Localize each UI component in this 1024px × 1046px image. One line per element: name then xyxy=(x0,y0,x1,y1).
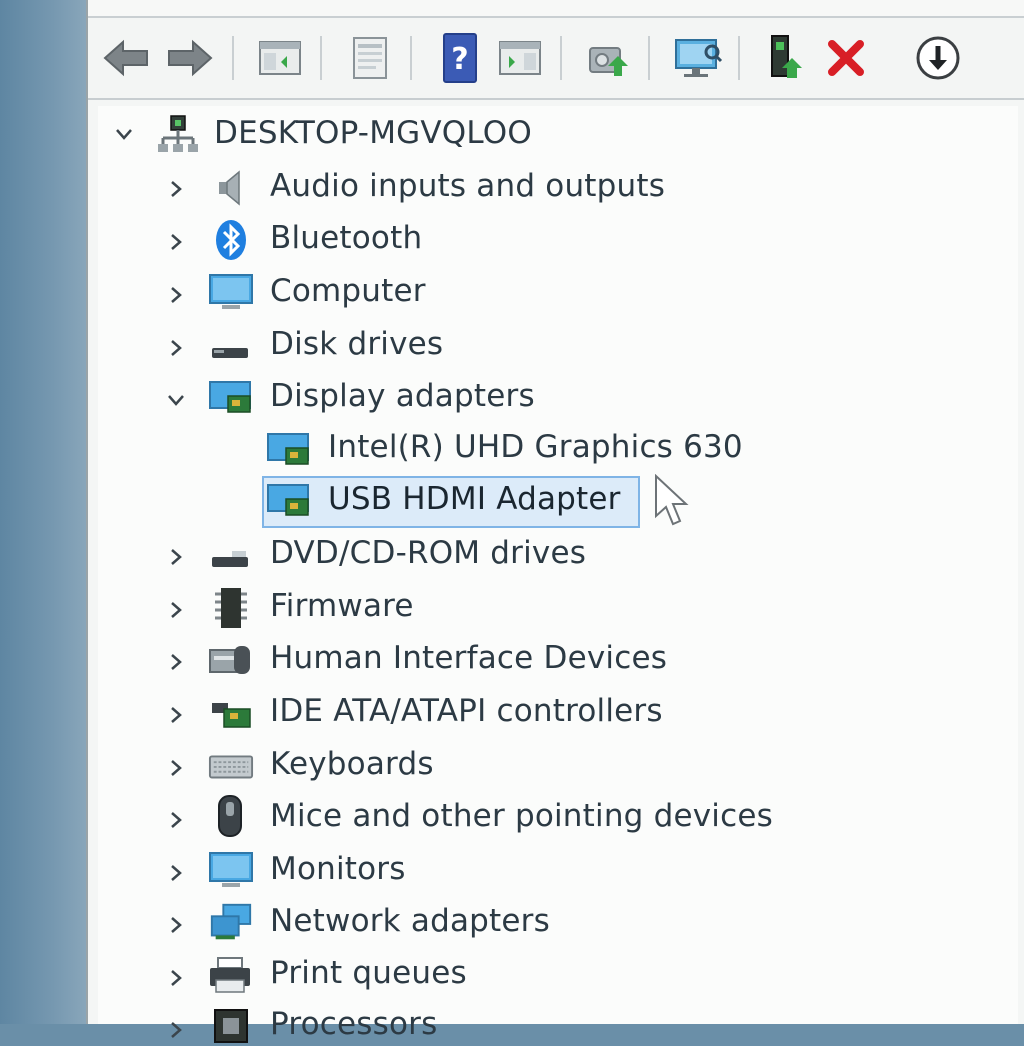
expand-chevron-icon[interactable] xyxy=(164,808,188,832)
hid-icon xyxy=(208,640,254,680)
desktop-background-strip xyxy=(0,0,88,1024)
disk-drive-icon xyxy=(208,326,254,366)
device-manager-window: ? DESKTOP-MGVQLOO Audio inputs and outpu… xyxy=(86,0,1024,1043)
category-label[interactable]: Processors xyxy=(270,1006,437,1042)
category-label[interactable]: Print queues xyxy=(270,955,467,991)
toolbar-separator xyxy=(320,36,322,80)
show-hide-console-tree-button[interactable] xyxy=(252,30,308,86)
expand-chevron-icon[interactable] xyxy=(164,598,188,622)
mouse-pointer-icon xyxy=(655,474,689,526)
help-icon: ? xyxy=(443,33,477,83)
dvd-drive-icon xyxy=(208,535,254,575)
category-label[interactable]: Disk drives xyxy=(270,326,443,362)
bluetooth-icon xyxy=(208,220,254,260)
category-label[interactable]: Bluetooth xyxy=(270,220,422,256)
download-icon xyxy=(916,36,960,80)
update-driver-button[interactable] xyxy=(580,30,636,86)
category-label[interactable]: DVD/CD-ROM drives xyxy=(270,535,586,571)
category-label[interactable]: Monitors xyxy=(270,851,406,887)
display-adapter-icon xyxy=(208,378,254,418)
svg-text:?: ? xyxy=(451,42,468,77)
expand-chevron-icon[interactable] xyxy=(164,1018,188,1042)
computer-name-label[interactable]: DESKTOP-MGVQLOO xyxy=(214,115,532,151)
expand-chevron-icon[interactable] xyxy=(164,913,188,937)
back-arrow-icon xyxy=(103,39,148,77)
expand-chevron-icon[interactable] xyxy=(164,861,188,885)
menu-bar-edge xyxy=(88,0,1024,18)
uninstall-device-button[interactable] xyxy=(818,30,874,86)
download-button[interactable] xyxy=(910,30,966,86)
collapse-chevron-icon[interactable] xyxy=(112,122,136,146)
update-driver-icon xyxy=(589,47,628,76)
category-label[interactable]: Firmware xyxy=(270,588,414,624)
category-label[interactable]: Network adapters xyxy=(270,903,550,939)
device-label[interactable]: Intel(R) UHD Graphics 630 xyxy=(328,429,743,465)
toolbar-separator xyxy=(560,36,562,80)
show-hide-console-tree-icon xyxy=(259,41,301,75)
back-button[interactable] xyxy=(98,30,154,86)
display-adapter-icon xyxy=(266,481,312,521)
scan-hardware-button[interactable] xyxy=(670,30,726,86)
collapse-chevron-icon[interactable] xyxy=(164,388,188,412)
properties-button[interactable] xyxy=(342,30,398,86)
action-pane-icon xyxy=(499,41,541,75)
category-label[interactable]: IDE ATA/ATAPI controllers xyxy=(270,693,663,729)
category-label[interactable]: Mice and other pointing devices xyxy=(270,798,773,834)
device-tree: DESKTOP-MGVQLOO Audio inputs and outputs… xyxy=(98,106,1018,1043)
category-label[interactable]: Display adapters xyxy=(270,378,535,414)
action-pane-button[interactable] xyxy=(492,30,548,86)
toolbar-separator xyxy=(410,36,412,80)
category-label[interactable]: Computer xyxy=(270,273,426,309)
toolbar-separator xyxy=(648,36,650,80)
firmware-chip-icon xyxy=(208,588,254,628)
scan-hardware-icon xyxy=(675,39,723,77)
category-label[interactable]: Keyboards xyxy=(270,746,434,782)
processor-icon xyxy=(208,1006,254,1046)
computer-network-icon xyxy=(154,114,200,154)
toolbar-separator xyxy=(232,36,234,80)
expand-chevron-icon[interactable] xyxy=(164,966,188,990)
expand-chevron-icon[interactable] xyxy=(164,177,188,201)
expand-chevron-icon[interactable] xyxy=(164,756,188,780)
keyboard-icon xyxy=(208,746,254,786)
help-button[interactable]: ? xyxy=(432,30,488,86)
mouse-icon xyxy=(208,795,254,837)
monitor-icon xyxy=(208,273,254,313)
category-label[interactable]: Audio inputs and outputs xyxy=(270,168,665,204)
enable-device-button[interactable] xyxy=(758,30,814,86)
toolbar: ? xyxy=(88,18,1024,100)
expand-chevron-icon[interactable] xyxy=(164,283,188,307)
display-adapter-icon xyxy=(266,430,312,470)
device-label[interactable]: USB HDMI Adapter xyxy=(328,481,621,517)
enable-device-icon xyxy=(771,35,802,78)
network-adapter-icon xyxy=(208,903,254,943)
properties-icon xyxy=(353,37,387,79)
uninstall-device-icon xyxy=(828,40,864,76)
expand-chevron-icon[interactable] xyxy=(164,545,188,569)
speaker-icon xyxy=(208,168,254,208)
expand-chevron-icon[interactable] xyxy=(164,703,188,727)
expand-chevron-icon[interactable] xyxy=(164,230,188,254)
toolbar-separator xyxy=(738,36,740,80)
category-label[interactable]: Human Interface Devices xyxy=(270,640,667,676)
forward-button[interactable] xyxy=(162,30,218,86)
expand-chevron-icon[interactable] xyxy=(164,650,188,674)
printer-icon xyxy=(208,956,254,996)
forward-arrow-icon xyxy=(168,39,213,77)
monitor-icon xyxy=(208,851,254,891)
ide-controller-icon xyxy=(208,693,254,733)
expand-chevron-icon[interactable] xyxy=(164,336,188,360)
